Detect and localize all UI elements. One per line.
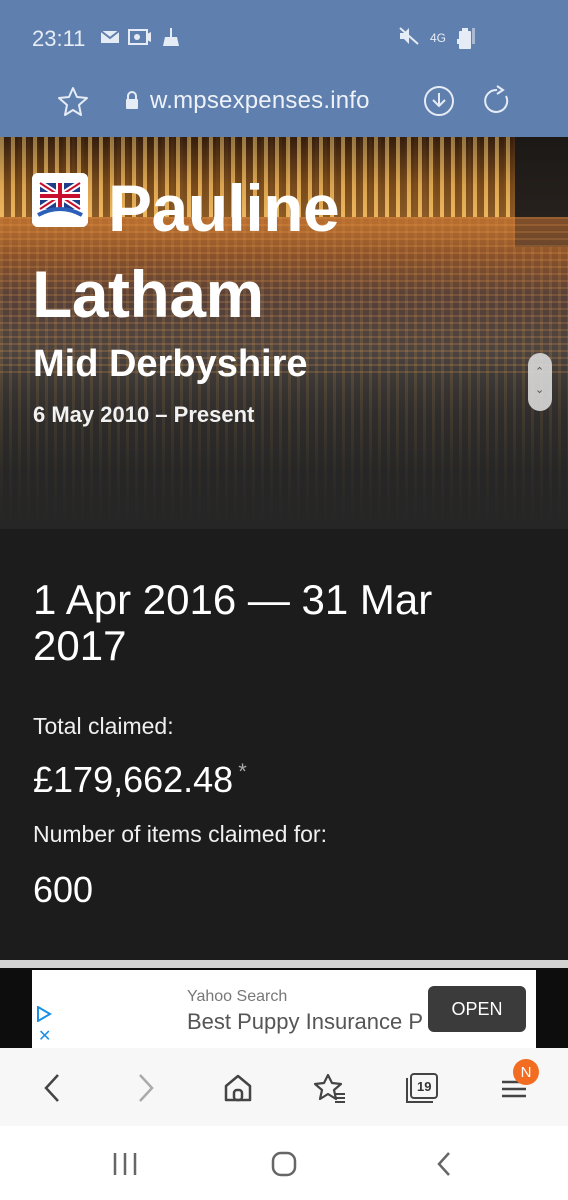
status-time: 23:11 [32, 26, 86, 51]
bookmarks-button[interactable] [308, 1066, 352, 1110]
browser-bottom-toolbar: 19 [0, 1048, 568, 1126]
mute-icon [398, 26, 420, 49]
broom-icon [162, 27, 180, 47]
tabs-button[interactable]: 19 [400, 1066, 444, 1110]
items-claimed-value: 600 [33, 869, 94, 910]
footnote-marker: * [238, 759, 247, 784]
tabs-count: 19 [417, 1079, 432, 1094]
ad-source: Yahoo Search [187, 988, 288, 1005]
back-chevron-icon [437, 1152, 450, 1176]
url-field[interactable]: w.mpsexpenses.info [150, 87, 370, 115]
chevron-down-icon: ⌄ [535, 384, 545, 396]
total-claimed-label: Total claimed: [33, 713, 174, 739]
download-button[interactable] [422, 84, 456, 118]
bookmarks-star-icon [313, 1073, 345, 1103]
camera-icon [128, 27, 152, 47]
back-button[interactable] [30, 1066, 74, 1110]
status-bar: 23:11 4G [0, 0, 568, 70]
mp-hero-banner: Pauline Latham Mid Derbyshire 6 May 2010… [0, 137, 568, 529]
star-icon [58, 87, 88, 116]
back-nav-button[interactable] [424, 1148, 464, 1180]
home-icon [224, 1074, 252, 1102]
home-nav-button[interactable] [264, 1148, 304, 1180]
items-claimed-label: Number of items claimed for: [33, 821, 327, 847]
forward-arrow-icon [139, 1074, 154, 1102]
address-bar: w.mpsexpenses.info [0, 70, 568, 137]
period-heading: 1 Apr 2016 — 31 Mar 2017 [33, 576, 433, 669]
chevron-up-icon: ⌃ [535, 366, 545, 378]
bookmark-star-button[interactable] [56, 84, 90, 118]
mp-name-heading: Pauline Latham [32, 171, 340, 331]
browser-top-chrome: 23:11 4G w.mpsexpenses.info [0, 0, 568, 137]
system-navigation-bar [0, 1126, 568, 1200]
back-arrow-icon [44, 1074, 59, 1102]
total-claimed-value: £179,662.48 * [33, 759, 247, 801]
notification-badge: N [513, 1059, 539, 1085]
recent-apps-button[interactable] [105, 1148, 145, 1180]
fast-scroll-handle[interactable]: ⌃ ⌄ [528, 353, 552, 411]
lock-icon [124, 90, 140, 115]
ad-open-button[interactable]: OPEN [428, 986, 526, 1032]
battery-icon [458, 28, 472, 55]
ad-container: ✕ Yahoo Search Best Puppy Insurance P OP… [0, 968, 568, 1048]
section-divider [0, 960, 568, 968]
reload-button[interactable] [480, 84, 514, 118]
ad-choices-icon[interactable] [36, 1005, 52, 1027]
ad-banner[interactable]: ✕ Yahoo Search Best Puppy Insurance P OP… [32, 970, 536, 1048]
mail-icon [100, 27, 120, 47]
ad-close-icon[interactable]: ✕ [38, 1026, 51, 1046]
term-dates: 6 May 2010 – Present [33, 402, 255, 427]
download-icon [424, 86, 454, 116]
ad-title[interactable]: Best Puppy Insurance P [187, 1009, 427, 1035]
expenses-summary-panel: 1 Apr 2016 — 31 Mar 2017 Total claimed: … [0, 529, 568, 960]
recent-apps-icon [113, 1153, 137, 1175]
network-type: 4G [429, 30, 446, 45]
forward-button[interactable] [124, 1066, 168, 1110]
constituency-label: Mid Derbyshire [33, 343, 308, 385]
home-circle-icon [271, 1151, 297, 1177]
total-claimed-amount: £179,662.48 [33, 759, 234, 800]
reload-icon [484, 85, 509, 113]
home-button[interactable] [216, 1066, 260, 1110]
